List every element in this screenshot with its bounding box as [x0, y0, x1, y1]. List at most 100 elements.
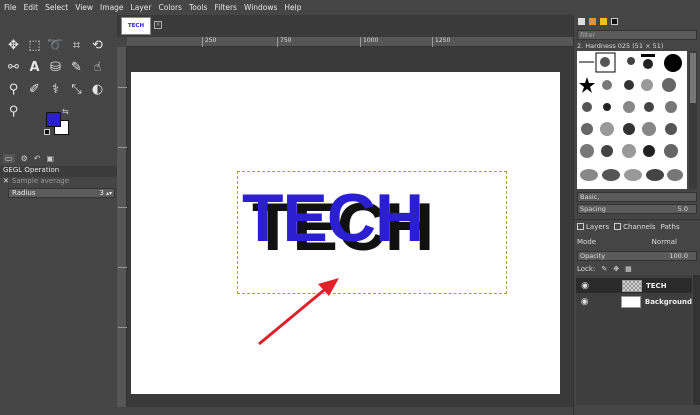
move-icon[interactable]: ✥ [3, 34, 24, 56]
tab-layers-label: Layers [586, 222, 610, 231]
menu-windows[interactable]: Windows [244, 3, 277, 12]
menu-tools[interactable]: Tools [189, 3, 207, 12]
menu-help[interactable]: Help [284, 3, 301, 12]
status-bar [117, 407, 573, 415]
ruler-tick: 750 [277, 37, 291, 47]
vertical-ruler[interactable] [117, 47, 127, 407]
lock-pixels-icon[interactable]: ✎ [601, 265, 607, 273]
radius-value[interactable]: 3 [100, 189, 104, 197]
layers-tab-icon [577, 223, 584, 230]
lock-alpha-icon[interactable]: ▦ [625, 265, 632, 273]
eye-icon[interactable]: ◉ [576, 297, 593, 307]
menu-filters[interactable]: Filters [214, 3, 236, 12]
ruler-tick [118, 327, 127, 328]
foreground-color-swatch[interactable] [46, 112, 61, 127]
opacity-value[interactable]: 100.0 [669, 252, 688, 260]
tool-options-tab-icon[interactable]: ▭ [3, 153, 15, 163]
rotate-icon[interactable]: ⟲ [87, 34, 108, 56]
ruler-tick [118, 87, 127, 88]
image-tab-thumbnail[interactable]: TECH [121, 17, 151, 35]
menu-bar: File Edit Select View Image Layer Colors… [0, 0, 700, 15]
rect-select-icon[interactable]: ⬚ [24, 34, 45, 56]
layer-scrollbar[interactable] [693, 275, 700, 405]
zoom-icon[interactable]: ⚲ [3, 100, 24, 122]
brush-filter-input[interactable]: filter [577, 30, 697, 40]
warp-icon[interactable]: ⚯ [3, 56, 24, 78]
layers-panel-tabs: Layers Channels Paths [574, 219, 700, 233]
menu-file[interactable]: File [4, 3, 17, 12]
lasso-icon[interactable]: ➰ [45, 34, 66, 56]
layer-row-background[interactable]: ◉ Background [576, 294, 692, 309]
mode-select[interactable]: Normal [652, 238, 677, 246]
brush-preset-select[interactable]: Basic, [577, 192, 697, 202]
canvas-area[interactable]: TECH TECH [127, 47, 573, 407]
close-tab-icon[interactable]: × [154, 21, 162, 29]
brush-grid[interactable] [577, 51, 687, 189]
menu-layer[interactable]: Layer [131, 3, 152, 12]
menu-colors[interactable]: Colors [158, 3, 182, 12]
menu-image[interactable]: Image [100, 3, 124, 12]
undo-history-tab-icon[interactable]: ↶ [34, 154, 41, 163]
reset-colors-icon[interactable] [44, 129, 50, 135]
fonts-tab-icon[interactable] [600, 17, 607, 25]
tool-options-tabs: ▭ ⚙ ↶ ▣ [0, 152, 117, 164]
path-icon[interactable]: ⚲ [3, 78, 24, 100]
brushes-tab-icon[interactable] [578, 17, 585, 25]
menu-view[interactable]: View [75, 3, 93, 12]
lock-position-icon[interactable]: ✥ [613, 265, 619, 273]
lock-row: Lock: ✎ ✥ ▦ [577, 264, 697, 274]
tab-channels[interactable]: Channels [614, 223, 656, 231]
ruler-tick: 1000 [360, 37, 378, 47]
ruler-tick: 1250 [432, 37, 450, 47]
red-arrow [258, 278, 339, 346]
tab-paths-label: Paths [660, 222, 680, 231]
eye-icon[interactable]: ◉ [576, 281, 594, 291]
scale-icon[interactable]: ⤡ [66, 78, 87, 100]
spin-arrows-icon[interactable]: ▴▾ [106, 190, 112, 197]
menu-select[interactable]: Select [45, 3, 68, 12]
spacing-label: Spacing [580, 205, 606, 213]
mode-label: Mode [577, 238, 597, 246]
spacing-spinner[interactable]: Spacing 5.0 [577, 204, 697, 214]
heal-icon[interactable]: ⚕ [45, 78, 66, 100]
layer-name: TECH [646, 281, 667, 290]
device-status-tab-icon[interactable]: ⚙ [21, 154, 28, 163]
radius-spinner[interactable]: Radius 3 ▴▾ [8, 188, 115, 198]
ruler-tick [118, 147, 127, 148]
brush-name: 2. Hardness 025 (51 × 51) [577, 42, 664, 50]
layer-mode-row: Mode Normal [577, 237, 697, 247]
sample-average-label: Sample average [11, 177, 70, 185]
toolbox: ✥ ⬚ ➰ ⌗ ⟲ ⚯ A ⛁ ✎ ☝ ⚲ ✐ ⚕ ⤡ ◐ ⚲ ⇆ ▭ ⚙ ↶ … [0, 15, 117, 415]
paintbrush-icon[interactable]: ✎ [66, 56, 87, 78]
ruler-tick [118, 267, 127, 268]
ruler-tick: 250 [202, 37, 216, 47]
color-picker-icon[interactable]: ✐ [24, 78, 45, 100]
dock-tabs [574, 15, 700, 27]
arrow-shaft [258, 284, 330, 346]
menu-edit[interactable]: Edit [24, 3, 39, 12]
images-tab-icon[interactable]: ▣ [46, 154, 54, 163]
color-swatches: ⇆ [44, 107, 74, 140]
layer-list: ◉ TECH ◉ Background [576, 275, 692, 405]
bucket-icon[interactable]: ⛁ [45, 56, 66, 78]
layer-row-tech[interactable]: ◉ TECH [576, 278, 692, 293]
lock-label: Lock: [577, 265, 596, 273]
horizontal-ruler[interactable]: 250 750 1000 1250 [127, 37, 573, 47]
gradients-tab-icon[interactable] [611, 17, 618, 25]
smudge-icon[interactable]: ☝ [87, 56, 108, 78]
brush-scrollbar[interactable] [689, 51, 697, 189]
tab-layers[interactable]: Layers [577, 223, 609, 231]
crop-icon[interactable]: ⌗ [66, 34, 87, 56]
spacing-value[interactable]: 5.0 [678, 205, 688, 213]
patterns-tab-icon[interactable] [589, 17, 596, 25]
sample-average-option[interactable]: ✕ Sample average [0, 177, 117, 187]
image-canvas[interactable]: TECH TECH [131, 72, 560, 394]
channels-tab-icon [614, 223, 622, 230]
layer-thumbnail [622, 279, 642, 292]
text-icon[interactable]: A [24, 56, 45, 78]
opacity-spinner[interactable]: Opacity 100.0 [577, 251, 697, 261]
tab-paths[interactable]: Paths [661, 223, 680, 231]
dodge-icon[interactable]: ◐ [87, 78, 108, 100]
close-icon[interactable]: ✕ [3, 177, 9, 185]
swap-colors-icon[interactable]: ⇆ [62, 107, 69, 116]
